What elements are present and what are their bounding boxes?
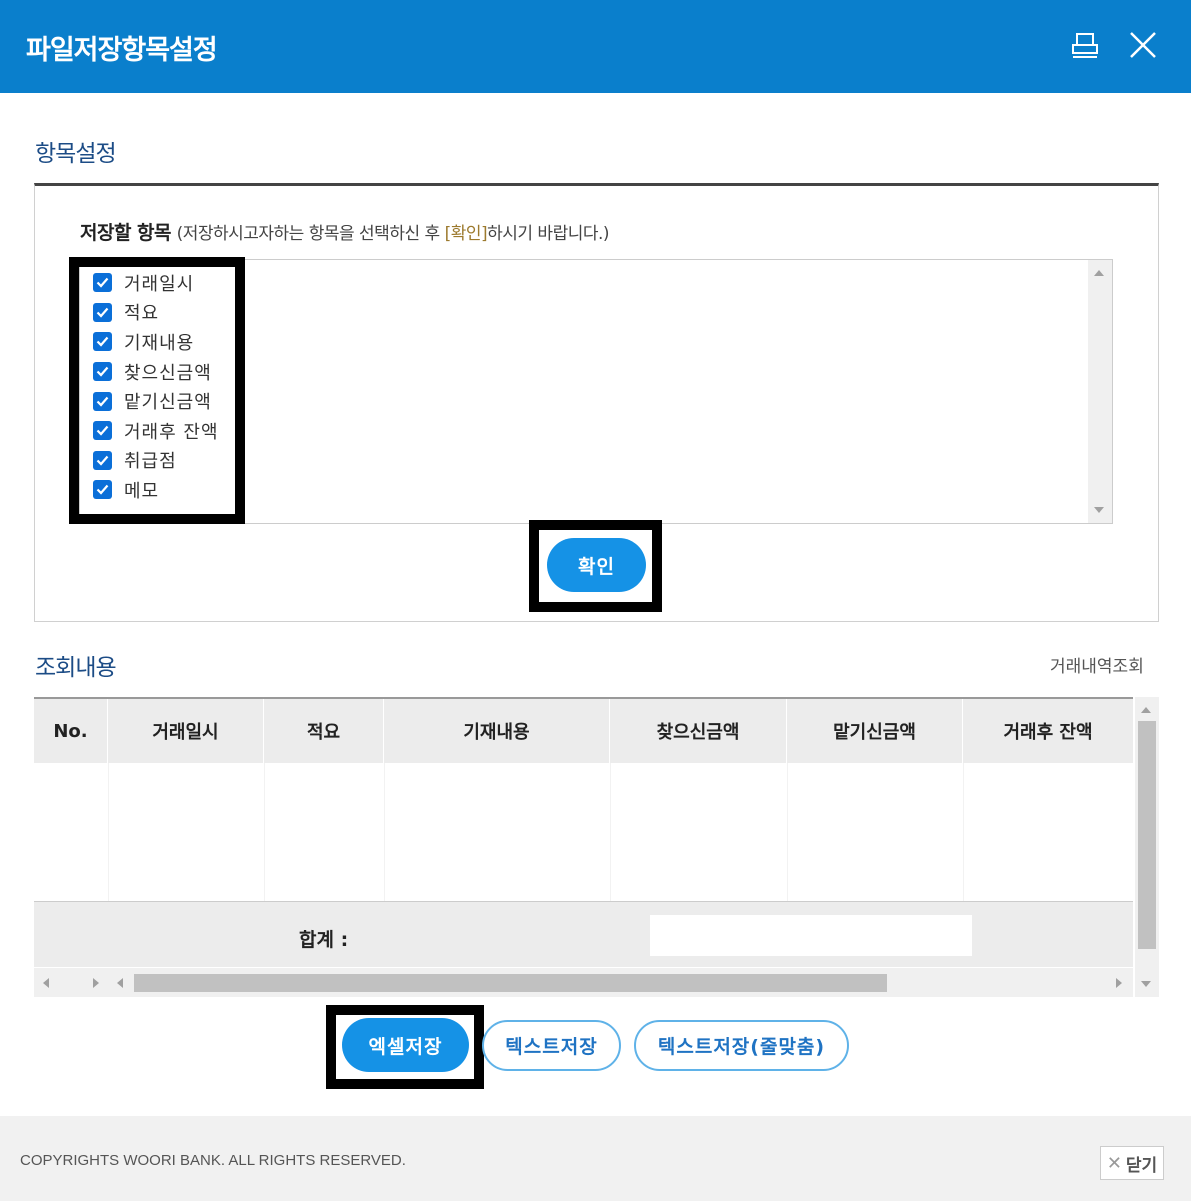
column-header: 찾으신금액 [610,699,787,763]
query-results-title: 조회내용 [35,655,117,681]
save-items-bold: 저장할 항목 [80,222,172,244]
scroll-left-arrow-icon[interactable] [43,978,49,988]
grid-horizontal-scrollbar[interactable] [34,968,1133,997]
grid-body [34,763,1133,901]
footer: COPYRIGHTS WOORI BANK. ALL RIGHTS RESERV… [0,1116,1191,1201]
highlight-frame-excel [326,1005,484,1089]
footer-close-button[interactable]: ✕ 닫기 [1100,1146,1164,1180]
scroll-down-arrow-icon[interactable] [1094,507,1104,513]
listbox-scrollbar[interactable] [1088,260,1112,523]
close-x-icon: ✕ [1106,1152,1122,1174]
scroll-right-arrow-icon[interactable] [1116,978,1122,988]
scroll-up-arrow-icon[interactable] [1141,707,1151,713]
title-bar: 파일저장항목설정 [0,0,1191,93]
column-header: 맡기신금액 [787,699,963,763]
highlight-frame-confirm [529,520,662,612]
item-settings-title: 항목설정 [35,141,117,167]
close-icon[interactable] [1128,30,1158,60]
save-items-label: 저장할 항목 (저장하시고자하는 항목을 선택하신 후 [확인]하시기 바랍니다… [80,218,610,245]
column-header: 적요 [264,699,384,763]
text-save-aligned-button[interactable]: 텍스트저장(줄맞춤) [634,1020,849,1071]
scroll-left-arrow-icon[interactable] [117,978,123,988]
column-header: 거래후 잔액 [1003,722,1093,743]
vertical-scroll-thumb[interactable] [1138,721,1156,949]
grid-header: No. 거래일시 적요 기재내용 찾으신금액 맡기신금액 거래후 잔액 [34,697,1133,763]
scroll-right-arrow-icon[interactable] [93,978,99,988]
results-grid: No. 거래일시 적요 기재내용 찾으신금액 맡기신금액 거래후 잔액 합계 : [34,697,1159,997]
grid-vertical-scrollbar[interactable] [1135,697,1159,997]
total-value-field [650,915,972,956]
text-save-button[interactable]: 텍스트저장 [482,1020,621,1071]
horizontal-scroll-thumb[interactable] [134,974,887,992]
highlight-frame-checklist [69,257,245,524]
save-items-hint: (저장하시고자하는 항목을 선택하신 후 [확인]하시기 바랍니다.) [176,224,610,244]
column-header: 기재내용 [384,699,610,763]
grid-total-row: 합계 : [34,901,1133,967]
copyright-text: COPYRIGHTS WOORI BANK. ALL RIGHTS RESERV… [20,1152,406,1169]
column-header: 거래일시 [108,699,264,763]
scroll-up-arrow-icon[interactable] [1094,270,1104,276]
scroll-down-arrow-icon[interactable] [1141,981,1151,987]
print-icon[interactable] [1070,31,1100,61]
transaction-history-link[interactable]: 거래내역조회 [1050,652,1144,677]
footer-close-label: 닫기 [1125,1155,1158,1176]
column-header: No. [34,699,108,763]
window-title: 파일저장항목설정 [26,35,218,66]
total-label: 합계 : [299,929,349,951]
